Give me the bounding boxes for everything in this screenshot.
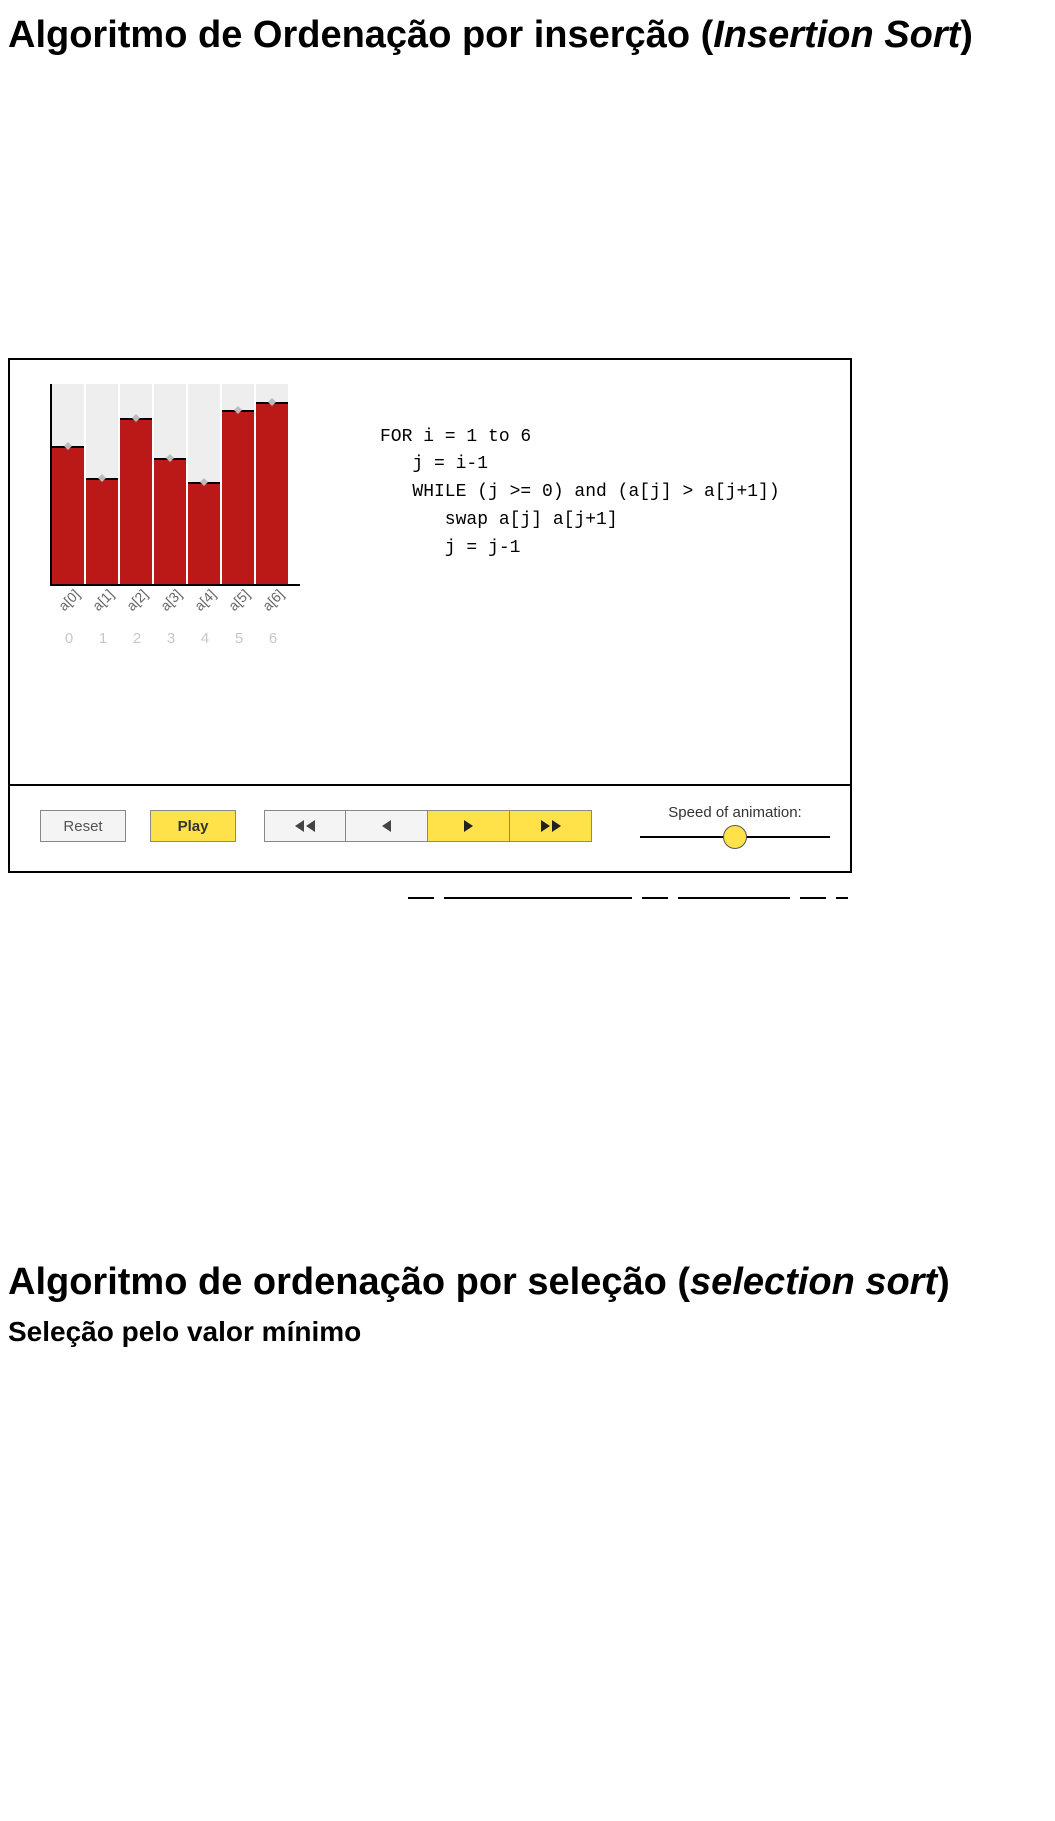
axis-index: 0 xyxy=(52,630,86,647)
forward-icon xyxy=(464,820,473,832)
bar-drag-handle-icon[interactable] xyxy=(198,478,210,486)
bar-drag-handle-icon[interactable] xyxy=(96,474,108,482)
fast-back-button[interactable] xyxy=(264,810,346,842)
bar-fill xyxy=(188,482,220,584)
heading-text-post: ) xyxy=(960,14,973,56)
subheading-min-selection: Seleção pelo valor mínimo xyxy=(8,1316,1047,1348)
bar-slot[interactable] xyxy=(222,384,254,584)
heading2-italic: selection sort xyxy=(690,1261,937,1303)
slider-thumb[interactable] xyxy=(723,825,747,849)
bar-slot[interactable] xyxy=(154,384,186,584)
heading-italic: Insertion Sort xyxy=(713,14,960,56)
bar-drag-handle-icon[interactable] xyxy=(266,398,278,406)
bar-fill xyxy=(52,446,84,584)
axis-label: a[5] xyxy=(221,582,256,617)
visualizer-frame: a[0]a[1]a[2]a[3]a[4]a[5]a[6] 0123456 FOR… xyxy=(8,358,852,873)
step-forward-button[interactable] xyxy=(428,810,510,842)
axis-label: a[2] xyxy=(119,582,154,617)
step-back-button[interactable] xyxy=(346,810,428,842)
bar-chart: a[0]a[1]a[2]a[3]a[4]a[5]a[6] 0123456 xyxy=(50,384,300,647)
fast-forward-button[interactable] xyxy=(510,810,592,842)
axis-label: a[6] xyxy=(255,582,290,617)
bar-drag-handle-icon[interactable] xyxy=(130,414,142,422)
reset-button[interactable]: Reset xyxy=(40,810,126,842)
rewind-icon xyxy=(306,820,315,832)
bar-drag-handle-icon[interactable] xyxy=(164,454,176,462)
bar-fill xyxy=(120,418,152,584)
ffwd-icon xyxy=(541,820,550,832)
speed-label: Speed of animation: xyxy=(640,804,830,821)
ffwd-icon xyxy=(552,820,561,832)
bar-drag-handle-icon[interactable] xyxy=(62,442,74,450)
heading-text: Algoritmo de Ordenação por inserção ( xyxy=(8,14,713,56)
rewind-icon xyxy=(295,820,304,832)
bar-fill xyxy=(222,410,254,584)
back-icon xyxy=(382,820,391,832)
axis-index: 4 xyxy=(188,630,222,647)
controls-bar: Reset Play Speed of animation: xyxy=(10,784,850,871)
axis-index: 6 xyxy=(256,630,290,647)
speed-control: Speed of animation: xyxy=(640,804,830,849)
heading2-text: Algoritmo de ordenação por seleção ( xyxy=(8,1261,690,1303)
bar-slot[interactable] xyxy=(52,384,84,584)
bar-drag-handle-icon[interactable] xyxy=(232,406,244,414)
bar-slot[interactable] xyxy=(188,384,220,584)
axis-index: 3 xyxy=(154,630,188,647)
speed-slider[interactable] xyxy=(640,825,830,849)
axis-index: 5 xyxy=(222,630,256,647)
axis-label: a[0] xyxy=(51,582,86,617)
bar-slot[interactable] xyxy=(86,384,118,584)
axis-index: 1 xyxy=(86,630,120,647)
bar-slot[interactable] xyxy=(120,384,152,584)
axis-label: a[1] xyxy=(85,582,120,617)
heading2-text-post: ) xyxy=(937,1261,950,1303)
bar-fill xyxy=(86,478,118,584)
axis-label: a[4] xyxy=(187,582,222,617)
play-button[interactable]: Play xyxy=(150,810,236,842)
heading-insertion-sort: Algoritmo de Ordenação por inserção (Ins… xyxy=(8,12,1047,60)
bar-slot[interactable] xyxy=(256,384,288,584)
axis-index: 2 xyxy=(120,630,154,647)
bar-fill xyxy=(256,402,288,584)
heading-selection-sort: Algoritmo de ordenação por seleção (sele… xyxy=(8,1259,1047,1307)
step-button-group xyxy=(264,810,592,842)
bar-fill xyxy=(154,458,186,584)
axis-label: a[3] xyxy=(153,582,188,617)
pseudocode: FOR i = 1 to 6 j = i-1 WHILE (j >= 0) an… xyxy=(300,384,830,563)
